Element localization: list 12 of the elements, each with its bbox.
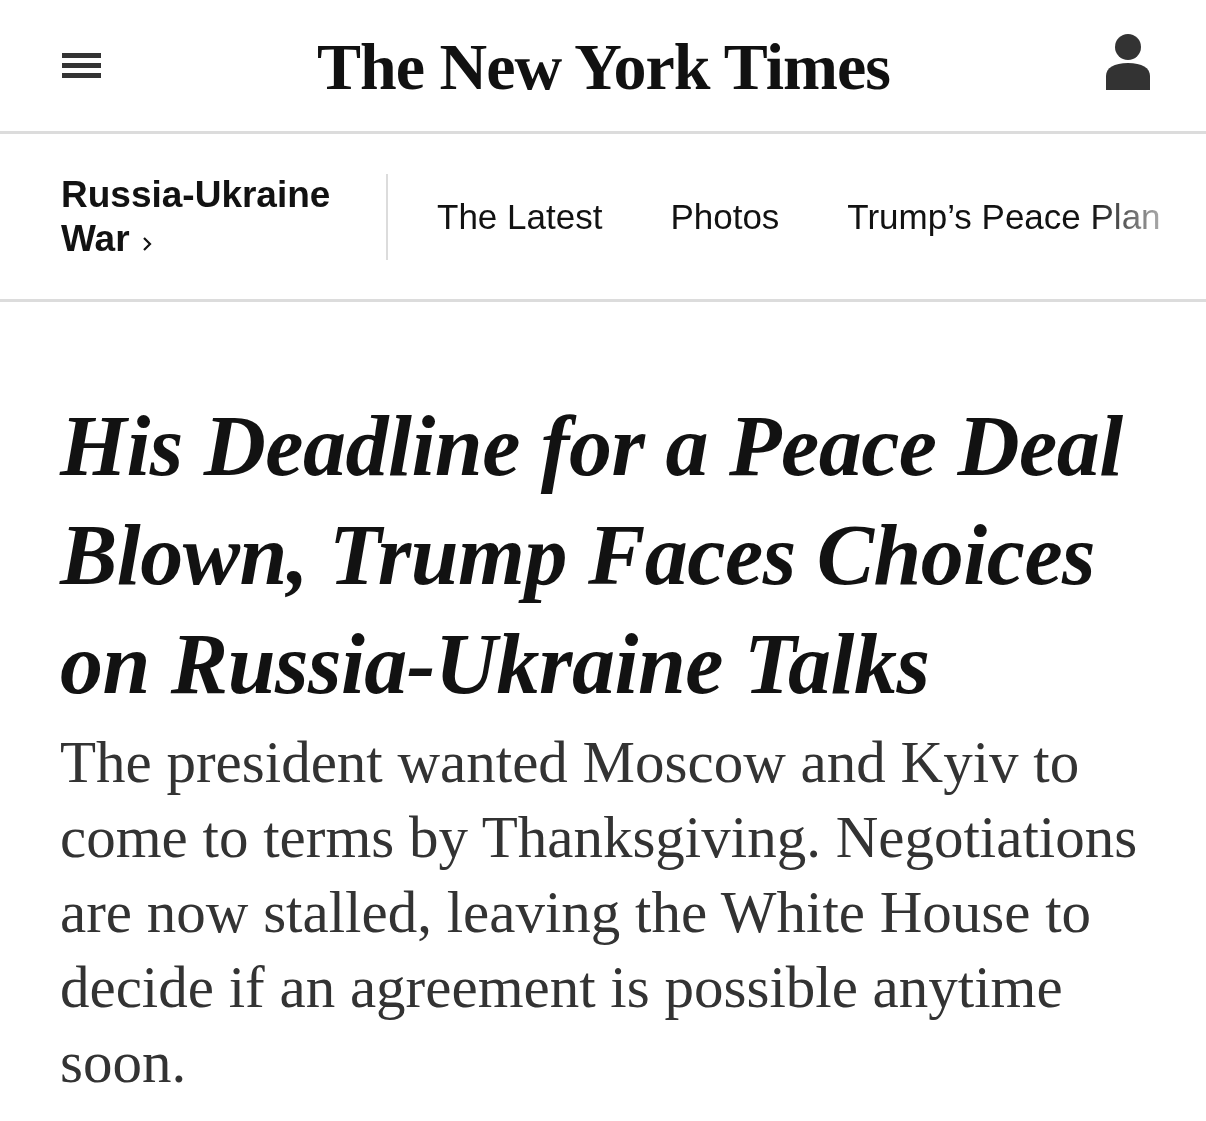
nav-link[interactable]: Trump’s Peace Plan: [847, 196, 1161, 237]
article-summary: The president wanted Moscow and Kyiv to come to terms by Thanksgiving. Negotiations are now stalled, leaving the White House to decide if an agreement is possible anytime soon.: [60, 728, 1139, 1097]
nav-link[interactable]: Photos: [670, 196, 780, 237]
menu-icon: [62, 53, 101, 78]
site-logo[interactable]: The New York Times: [317, 28, 890, 105]
chevron-icon: [141, 235, 152, 252]
headline: His Deadline for a Peace Deal Blown, Trump Faces Choices on Russia-Ukraine Talks: [60, 397, 1124, 714]
menu-button[interactable]: [62, 53, 101, 78]
section-link[interactable]: Russia-Ukraine War: [61, 172, 351, 261]
nav-link[interactable]: The Latest: [437, 196, 603, 237]
account-icon: [1106, 33, 1150, 90]
account-button[interactable]: [1106, 33, 1150, 90]
